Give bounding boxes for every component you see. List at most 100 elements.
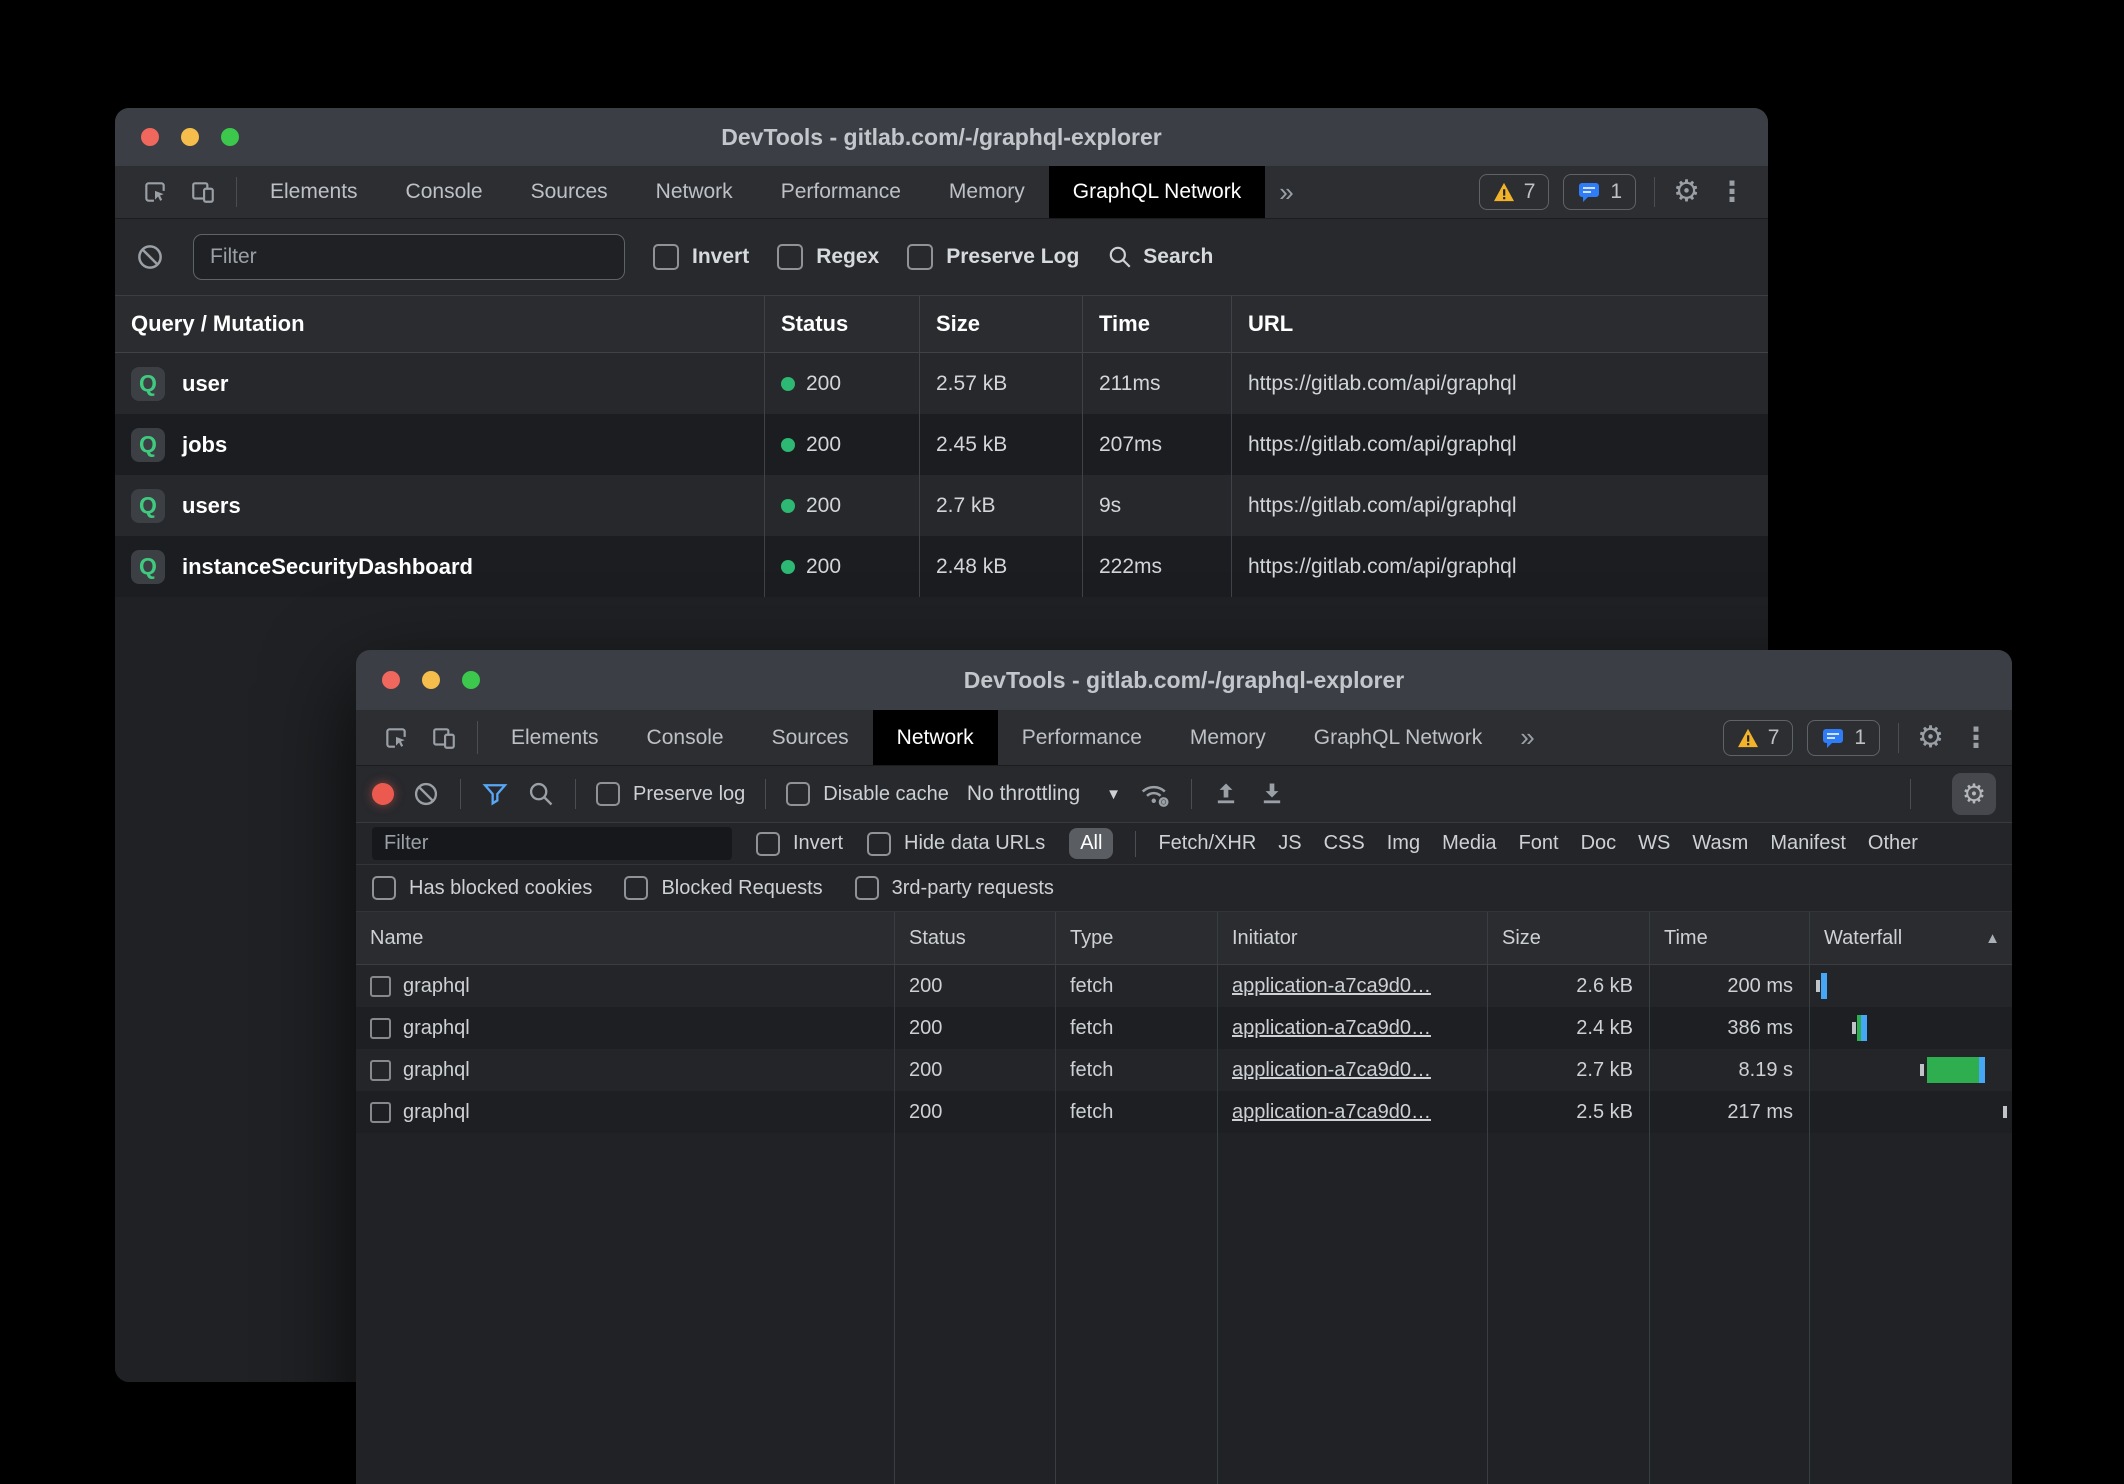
column-header-url[interactable]: URL bbox=[1232, 296, 1768, 352]
type-filter-wasm[interactable]: Wasm bbox=[1692, 832, 1748, 855]
tab-performance[interactable]: Performance bbox=[998, 710, 1166, 765]
minimize-window-button[interactable] bbox=[422, 671, 440, 689]
blocked-requests-checkbox-group[interactable]: Blocked Requests bbox=[624, 876, 822, 900]
row-checkbox[interactable] bbox=[370, 976, 391, 997]
network-filter-input[interactable] bbox=[372, 827, 732, 860]
settings-gear-icon[interactable]: ⚙ bbox=[1917, 723, 1944, 753]
regex-checkbox[interactable] bbox=[777, 244, 803, 270]
tab-memory[interactable]: Memory bbox=[1166, 710, 1290, 765]
tab-network[interactable]: Network bbox=[873, 710, 998, 765]
device-toolbar-icon[interactable] bbox=[179, 166, 227, 218]
has-blocked-cookies-checkbox-group[interactable]: Has blocked cookies bbox=[372, 876, 592, 900]
hide-data-urls-checkbox-group[interactable]: Hide data URLs bbox=[867, 832, 1045, 856]
zoom-window-button[interactable] bbox=[221, 128, 239, 146]
import-har-icon[interactable] bbox=[1212, 780, 1240, 808]
inspect-element-icon[interactable] bbox=[131, 166, 179, 218]
tab-graphql-network[interactable]: GraphQL Network bbox=[1290, 710, 1506, 765]
network-settings-button[interactable]: ⚙ bbox=[1952, 773, 1996, 815]
column-header-name[interactable]: Name bbox=[356, 912, 895, 964]
warnings-badge[interactable]: 7 bbox=[1723, 720, 1794, 756]
column-header-query-mutation[interactable]: Query / Mutation bbox=[115, 296, 765, 352]
tab-elements[interactable]: Elements bbox=[246, 166, 382, 218]
inspect-element-icon[interactable] bbox=[372, 710, 420, 765]
invert-checkbox[interactable] bbox=[653, 244, 679, 270]
initiator-link[interactable]: application-a7ca9d0… bbox=[1232, 1017, 1431, 1040]
clear-icon[interactable] bbox=[135, 242, 165, 272]
close-window-button[interactable] bbox=[141, 128, 159, 146]
warnings-badge[interactable]: 7 bbox=[1479, 174, 1550, 210]
type-filter-fetch-xhr[interactable]: Fetch/XHR bbox=[1158, 832, 1256, 855]
device-toolbar-icon[interactable] bbox=[420, 710, 468, 765]
graphql-filter-input[interactable] bbox=[193, 234, 625, 280]
throttling-select[interactable]: No throttling ▼ bbox=[967, 782, 1121, 806]
row-checkbox[interactable] bbox=[370, 1060, 391, 1081]
third-party-requests-checkbox[interactable] bbox=[855, 876, 879, 900]
minimize-window-button[interactable] bbox=[181, 128, 199, 146]
column-header-size[interactable]: Size bbox=[920, 296, 1083, 352]
messages-badge[interactable]: 1 bbox=[1807, 720, 1880, 756]
tab-console[interactable]: Console bbox=[382, 166, 507, 218]
tab-graphql-network[interactable]: GraphQL Network bbox=[1049, 166, 1265, 218]
graphql-request-row[interactable]: Qusers2002.7 kB9shttps://gitlab.com/api/… bbox=[115, 475, 1768, 536]
type-filter-other[interactable]: Other bbox=[1868, 832, 1918, 855]
type-filter-font[interactable]: Font bbox=[1519, 832, 1559, 855]
row-checkbox[interactable] bbox=[370, 1102, 391, 1123]
preserve-log-checkbox-group[interactable]: Preserve log bbox=[596, 782, 745, 806]
type-filter-manifest[interactable]: Manifest bbox=[1770, 832, 1846, 855]
hide-data-urls-checkbox[interactable] bbox=[867, 832, 891, 856]
tab-performance[interactable]: Performance bbox=[757, 166, 925, 218]
column-header-type[interactable]: Type bbox=[1056, 912, 1218, 964]
invert-checkbox-group[interactable]: Invert bbox=[653, 244, 749, 270]
type-filter-all[interactable]: All bbox=[1069, 828, 1113, 859]
row-checkbox[interactable] bbox=[370, 1018, 391, 1039]
type-filter-media[interactable]: Media bbox=[1442, 832, 1496, 855]
tab-network[interactable]: Network bbox=[632, 166, 757, 218]
back-titlebar[interactable]: DevTools - gitlab.com/-/graphql-explorer bbox=[115, 108, 1768, 166]
settings-gear-icon[interactable]: ⚙ bbox=[1673, 177, 1700, 207]
filter-funnel-icon[interactable] bbox=[481, 780, 509, 808]
disable-cache-checkbox-group[interactable]: Disable cache bbox=[786, 782, 949, 806]
kebab-menu-icon[interactable]: ⋮ bbox=[1714, 178, 1750, 206]
type-filter-doc[interactable]: Doc bbox=[1581, 832, 1617, 855]
column-header-time[interactable]: Time bbox=[1650, 912, 1810, 964]
graphql-request-row[interactable]: Quser2002.57 kB211mshttps://gitlab.com/a… bbox=[115, 353, 1768, 414]
tab-sources[interactable]: Sources bbox=[507, 166, 632, 218]
column-header-initiator[interactable]: Initiator bbox=[1218, 912, 1488, 964]
network-request-row[interactable]: graphql200fetchapplication-a7ca9d0…2.4 k… bbox=[356, 1007, 2012, 1049]
tab-memory[interactable]: Memory bbox=[925, 166, 1049, 218]
network-request-row[interactable]: graphql200fetchapplication-a7ca9d0…2.7 k… bbox=[356, 1049, 2012, 1091]
regex-checkbox-group[interactable]: Regex bbox=[777, 244, 879, 270]
preserve-log-checkbox-group[interactable]: Preserve Log bbox=[907, 244, 1079, 270]
column-header-status[interactable]: Status bbox=[765, 296, 920, 352]
messages-badge[interactable]: 1 bbox=[1563, 174, 1636, 210]
initiator-link[interactable]: application-a7ca9d0… bbox=[1232, 975, 1431, 998]
search-icon[interactable] bbox=[527, 780, 555, 808]
column-header-waterfall[interactable]: Waterfall ▲ bbox=[1810, 912, 2012, 964]
more-tabs-button[interactable]: » bbox=[1506, 710, 1548, 765]
network-request-row[interactable]: graphql200fetchapplication-a7ca9d0…2.6 k… bbox=[356, 965, 2012, 1007]
front-titlebar[interactable]: DevTools - gitlab.com/-/graphql-explorer bbox=[356, 650, 2012, 710]
export-har-icon[interactable] bbox=[1258, 780, 1286, 808]
column-header-status[interactable]: Status bbox=[895, 912, 1056, 964]
blocked-requests-checkbox[interactable] bbox=[624, 876, 648, 900]
kebab-menu-icon[interactable]: ⋮ bbox=[1958, 724, 1994, 752]
type-filter-css[interactable]: CSS bbox=[1324, 832, 1365, 855]
column-header-size[interactable]: Size bbox=[1488, 912, 1650, 964]
network-request-row[interactable]: graphql200fetchapplication-a7ca9d0…2.5 k… bbox=[356, 1091, 2012, 1133]
tab-elements[interactable]: Elements bbox=[487, 710, 623, 765]
graphql-request-row[interactable]: Qjobs2002.45 kB207mshttps://gitlab.com/a… bbox=[115, 414, 1768, 475]
more-tabs-button[interactable]: » bbox=[1265, 166, 1307, 218]
preserve-log-checkbox[interactable] bbox=[596, 782, 620, 806]
zoom-window-button[interactable] bbox=[462, 671, 480, 689]
record-network-log-button[interactable] bbox=[372, 783, 394, 805]
close-window-button[interactable] bbox=[382, 671, 400, 689]
column-header-time[interactable]: Time bbox=[1083, 296, 1232, 352]
clear-icon[interactable] bbox=[412, 780, 440, 808]
type-filter-img[interactable]: Img bbox=[1387, 832, 1420, 855]
tab-sources[interactable]: Sources bbox=[748, 710, 873, 765]
invert-checkbox[interactable] bbox=[756, 832, 780, 856]
initiator-link[interactable]: application-a7ca9d0… bbox=[1232, 1059, 1431, 1082]
initiator-link[interactable]: application-a7ca9d0… bbox=[1232, 1101, 1431, 1124]
disable-cache-checkbox[interactable] bbox=[786, 782, 810, 806]
preserve-log-checkbox[interactable] bbox=[907, 244, 933, 270]
